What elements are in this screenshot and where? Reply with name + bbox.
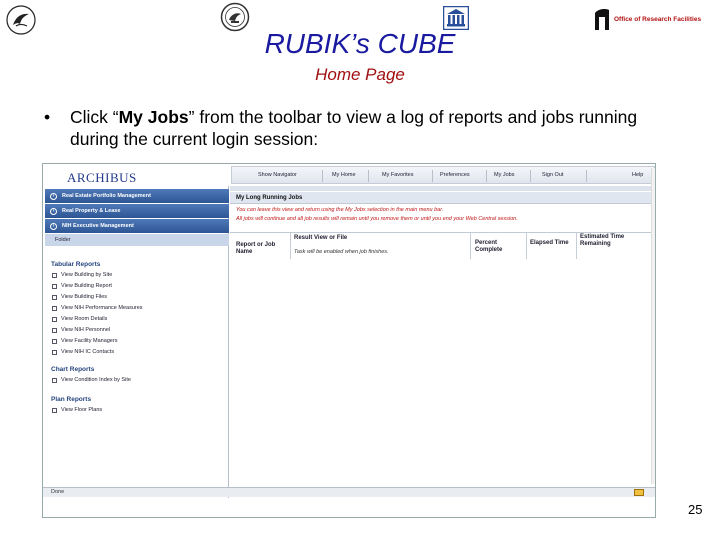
slide-subtitle: Home Page bbox=[315, 65, 405, 84]
task-view-floor-plans[interactable]: View Floor Plans bbox=[52, 407, 102, 413]
slide-title: RUBIK’s CUBE bbox=[264, 28, 456, 59]
bullet-text: Click “My Jobs” from the toolbar to view… bbox=[44, 106, 684, 150]
building-icon bbox=[442, 5, 470, 31]
main-top-bar bbox=[230, 186, 655, 191]
task-icon bbox=[52, 349, 57, 355]
task-view-nih-ic-contacts[interactable]: View NIH IC Contacts bbox=[52, 349, 114, 355]
status-bar: Done bbox=[43, 487, 655, 497]
expand-icon: › bbox=[50, 192, 57, 200]
jobs-table: Report or Job Name Result View or File P… bbox=[230, 232, 655, 259]
section-plan-reports: Plan Reports bbox=[51, 396, 92, 403]
toolbar-my-favorites[interactable]: My Favorites bbox=[382, 172, 413, 178]
window-footer bbox=[43, 498, 655, 517]
toolbar-help[interactable]: Help bbox=[632, 172, 643, 178]
nav-tab-label: NIH Executive Management bbox=[62, 223, 134, 229]
task-view-performance-measures[interactable]: View NIH Performance Measures bbox=[52, 305, 143, 311]
col-result-view-or-file[interactable]: Result View or File bbox=[294, 235, 414, 242]
archibus-window: ARCHIBUS Show Navigator My Home My Favor… bbox=[42, 163, 656, 518]
task-view-building-report[interactable]: View Building Report bbox=[52, 283, 112, 289]
task-icon bbox=[52, 407, 57, 413]
task-icon bbox=[52, 316, 57, 322]
lock-icon bbox=[634, 489, 644, 496]
col-percent-complete[interactable]: Percent Complete bbox=[475, 240, 513, 254]
archibus-logo: ARCHIBUS bbox=[67, 170, 137, 185]
vertical-scrollbar[interactable] bbox=[651, 168, 655, 484]
col-estimated-time-remaining[interactable]: Estimated Time Remaining bbox=[580, 234, 630, 248]
app-toolbar: Show Navigator My Home My Favorites Pref… bbox=[231, 166, 655, 184]
task-icon bbox=[52, 377, 57, 383]
toolbar-sign-out[interactable]: Sign Out bbox=[542, 172, 563, 178]
task-icon bbox=[52, 294, 57, 300]
nav-tab-label: Real Property & Lease bbox=[62, 208, 121, 214]
nav-tab-nih-executive-management[interactable]: › NIH Executive Management bbox=[45, 219, 229, 233]
task-view-building-files[interactable]: View Building Files bbox=[52, 294, 107, 300]
task-view-facility-managers[interactable]: View Facility Managers bbox=[52, 338, 117, 344]
toolbar-preferences[interactable]: Preferences bbox=[440, 172, 470, 178]
jobs-instruction-1: You can leave this view and return using… bbox=[236, 207, 444, 213]
toolbar-my-jobs[interactable]: My Jobs bbox=[494, 172, 514, 178]
bullet-point: • Click “My Jobs” from the toolbar to vi… bbox=[44, 106, 684, 150]
task-view-room-details[interactable]: View Room Details bbox=[52, 316, 107, 322]
section-tabular-reports: Tabular Reports bbox=[51, 261, 101, 268]
task-view-condition-index[interactable]: View Condition Index by Site bbox=[52, 377, 131, 383]
task-icon bbox=[52, 305, 57, 311]
expand-icon: › bbox=[50, 207, 57, 215]
task-icon bbox=[52, 283, 57, 289]
jobs-instruction-2: All jobs will continue and all job resul… bbox=[236, 216, 518, 222]
task-icon bbox=[52, 327, 57, 333]
bullet-prefix: Click “ bbox=[70, 107, 119, 127]
main-content: My Long Running Jobs You can leave this … bbox=[230, 186, 655, 503]
status-text: Done bbox=[51, 489, 65, 495]
task-icon bbox=[52, 272, 57, 278]
section-chart-reports: Chart Reports bbox=[51, 366, 95, 373]
toolbar-my-home[interactable]: My Home bbox=[332, 172, 356, 178]
app-header: ARCHIBUS Show Navigator My Home My Favor… bbox=[43, 164, 655, 186]
task-icon bbox=[52, 338, 57, 344]
col-elapsed-time[interactable]: Elapsed Time bbox=[530, 240, 570, 247]
navigator-sidebar: › Real Estate Portfolio Management › Rea… bbox=[43, 186, 229, 503]
nav-tab-real-property-lease[interactable]: › Real Property & Lease bbox=[45, 204, 229, 218]
nav-folder[interactable]: Folder bbox=[45, 234, 229, 246]
jobs-panel-title: My Long Running Jobs bbox=[230, 192, 655, 204]
nav-tab-label: Real Estate Portfolio Management bbox=[62, 193, 151, 199]
task-view-nih-personnel[interactable]: View NIH Personnel bbox=[52, 327, 110, 333]
bullet-bold-my-jobs: My Jobs bbox=[118, 107, 189, 127]
col-report-or-job-name[interactable]: Report or Job Name bbox=[236, 242, 288, 256]
expand-icon: › bbox=[50, 222, 57, 230]
task-view-building-by-site[interactable]: View Building by Site bbox=[52, 272, 112, 278]
toolbar-show-navigator[interactable]: Show Navigator bbox=[258, 172, 297, 178]
jobs-empty-message: Task will be enabled when job finishes. bbox=[294, 249, 389, 255]
bullet-symbol: • bbox=[44, 107, 51, 127]
orf-logo-text: Office of Research Facilities bbox=[614, 15, 702, 23]
nav-tab-real-estate-portfolio[interactable]: › Real Estate Portfolio Management bbox=[45, 189, 229, 203]
page-number: 25 bbox=[688, 502, 703, 517]
